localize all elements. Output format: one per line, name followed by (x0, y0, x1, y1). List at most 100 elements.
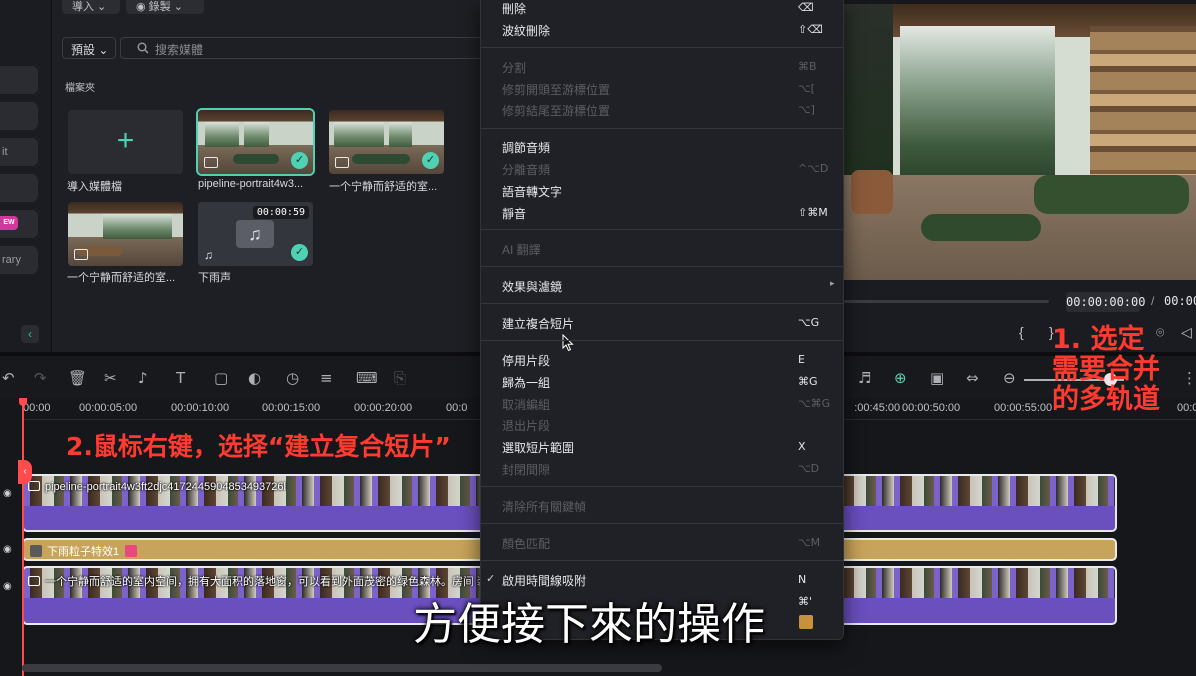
menu-separator (481, 266, 843, 267)
premium-gem-icon (125, 545, 138, 557)
adjust-icon[interactable]: ≡ (320, 369, 333, 387)
playhead[interactable] (22, 398, 24, 676)
media-caption: 導入媒體檔 (67, 181, 122, 193)
annotation-step-1: 1. 选定需要合并的多轨道 (1052, 324, 1160, 415)
menu-separator (481, 229, 843, 230)
ruler-label: 00:00:55:00 (994, 402, 1053, 414)
menu-item-group[interactable]: 歸為一組 ⌘G (481, 371, 843, 392)
rail-item[interactable] (0, 66, 38, 94)
menu-separator (481, 303, 843, 304)
import-button[interactable]: 導入 ⌄ (62, 0, 120, 14)
record-button[interactable]: ◉ 錄製 ⌄ (126, 0, 204, 14)
eye-icon[interactable]: ◉ (3, 544, 12, 555)
audio-split-icon[interactable]: ♪ (138, 369, 148, 387)
menu-item-timeline-snapping[interactable]: ✓ 啟用時間線吸附 N (481, 569, 843, 590)
menu-item-speech-to-text[interactable]: 語音轉文字 (481, 180, 843, 201)
menu-separator (481, 340, 843, 341)
search-input[interactable]: 搜索媒體 (120, 37, 480, 59)
menu-item-effects-filters[interactable]: 效果與濾鏡 ▸ (481, 275, 843, 296)
undo-icon[interactable]: ↶ (2, 369, 15, 387)
ruler-label: 00:0 (1177, 402, 1196, 414)
timecode-separator: / (1151, 294, 1155, 308)
horizontal-scrollbar[interactable] (22, 664, 662, 672)
rail-item-library[interactable]: rary (0, 246, 38, 274)
search-icon (137, 42, 149, 54)
clip-title: 下雨粒子特效1 (30, 543, 138, 559)
menu-item-ai-translate[interactable]: AI 翻譯 (481, 238, 843, 259)
playback-progress-bar[interactable] (844, 300, 1049, 303)
color-palette-icon[interactable]: ◐ (248, 369, 261, 387)
crop-icon[interactable]: ▢ (214, 369, 228, 387)
delete-icon[interactable]: 🗑 (68, 369, 87, 387)
menu-item-delete[interactable]: 刪除 ⌫ (481, 0, 843, 18)
collapse-panel-button[interactable]: ‹ (21, 325, 39, 343)
timer-icon[interactable]: ◷ (286, 369, 299, 387)
speech-icon[interactable]: ⌨ (356, 369, 378, 387)
menu-item-clear-keyframes[interactable]: 清除所有關鍵幀 (481, 495, 843, 516)
rail-item[interactable] (0, 102, 38, 130)
preview-frame-image (844, 4, 1196, 280)
media-thumbnail[interactable]: ✓ (196, 108, 315, 176)
context-menu: 刪除 ⌫ 波紋刪除 ⇧⌫ 分割 ⌘B 修剪開頭至游標位置 ⌥[ 修剪結尾至游標位置 ⌥] … (480, 0, 844, 640)
menu-item-color-match[interactable]: 顏色匹配 ⌥M (481, 532, 843, 553)
left-rail: it EW rary ‹ (0, 0, 52, 352)
ruler-label: 00:00:05:00 (79, 402, 138, 414)
ruler-label: 00:00:50:00 (902, 402, 961, 414)
menu-item-trim-start[interactable]: 修剪開頭至游標位置 ⌥[ (481, 78, 843, 99)
ruler-label: 00:00:10:00 (171, 402, 230, 414)
music-list-icon[interactable]: ♬ (858, 369, 871, 387)
media-thumbnail[interactable]: ✓ (329, 110, 444, 174)
redo-icon[interactable]: ↷ (34, 369, 47, 387)
video-subtitle: 方便接下來的操作 (413, 599, 765, 650)
render-icon[interactable]: ▣ (930, 369, 944, 387)
zoom-out-icon[interactable]: ⊖ (1003, 369, 1016, 387)
eye-icon[interactable]: ◉ (3, 488, 12, 499)
menu-item-create-compound-clip[interactable]: 建立複合短片 ⌥G (481, 312, 843, 333)
plus-icon: + (116, 124, 135, 157)
text-icon[interactable]: T (176, 369, 185, 387)
rail-item[interactable] (0, 174, 38, 202)
grid-icon[interactable]: ⋮ (1182, 369, 1196, 387)
record-icon: ◉ (136, 1, 146, 13)
image-icon (28, 576, 40, 586)
menu-item-mute[interactable]: 靜音 ⇧⌘M (481, 202, 843, 223)
menu-item-exit-clip[interactable]: 退出片段 (481, 414, 843, 435)
menu-item-ripple-delete[interactable]: 波紋刪除 ⇧⌫ (481, 19, 843, 40)
preset-dropdown[interactable]: 預設 ⌄ (62, 37, 116, 59)
folder-label: 檔案夾 (65, 83, 95, 94)
volume-icon[interactable]: ◁ (1181, 324, 1192, 341)
fit-icon[interactable]: ⇔ (966, 369, 979, 387)
image-icon (335, 157, 349, 168)
translate-icon[interactable]: ⎘ (394, 369, 406, 387)
menu-separator (481, 47, 843, 48)
menu-item-ungroup[interactable]: 取消編組 ⌥⌘G (481, 393, 843, 414)
playhead-head[interactable] (19, 398, 27, 406)
submenu-arrow-icon: ▸ (830, 278, 835, 288)
audio-thumbnail[interactable]: ♫ 00:00:59 ♫ ✓ (198, 202, 313, 266)
menu-item-disable-clip[interactable]: 停用片段 E (481, 349, 843, 370)
rail-item[interactable]: it (0, 138, 38, 166)
current-timecode[interactable]: 00:00:00:00 (1066, 292, 1145, 312)
color-swatch[interactable] (799, 615, 813, 629)
menu-item-adjust-audio[interactable]: 調節音頻 (481, 136, 843, 157)
snap-magnet-icon[interactable]: ⊕ (894, 369, 907, 387)
ruler-label: 00:0 (446, 402, 468, 414)
ruler-label: 00:00:20:00 (354, 402, 413, 414)
check-icon: ✓ (422, 152, 439, 169)
import-media-tile[interactable]: + (68, 110, 183, 174)
playhead-handle[interactable]: ‹ (18, 460, 32, 484)
menu-item-select-clip-range[interactable]: 選取短片範圍 X (481, 436, 843, 457)
media-caption: 下雨声 (198, 272, 231, 284)
menu-item-close-gap[interactable]: 封閉間隙 ⌥D (481, 458, 843, 479)
ruler-label: 00:00 (23, 402, 51, 414)
media-thumbnail[interactable] (68, 202, 183, 266)
check-icon: ✓ (291, 244, 308, 261)
menu-item-split[interactable]: 分割 ⌘B (481, 56, 843, 77)
scissors-icon[interactable]: ✂ (104, 369, 117, 387)
menu-separator (481, 560, 843, 561)
annotation-step-2: 2.鼠标右键，选择“建立复合短片” (66, 432, 451, 461)
eye-icon[interactable]: ◉ (3, 581, 12, 592)
menu-item-trim-end[interactable]: 修剪結尾至游標位置 ⌥] (481, 99, 843, 120)
mark-in-icon[interactable]: { (1019, 324, 1024, 340)
menu-item-detach-audio[interactable]: 分離音頻 ^⌥D (481, 158, 843, 179)
